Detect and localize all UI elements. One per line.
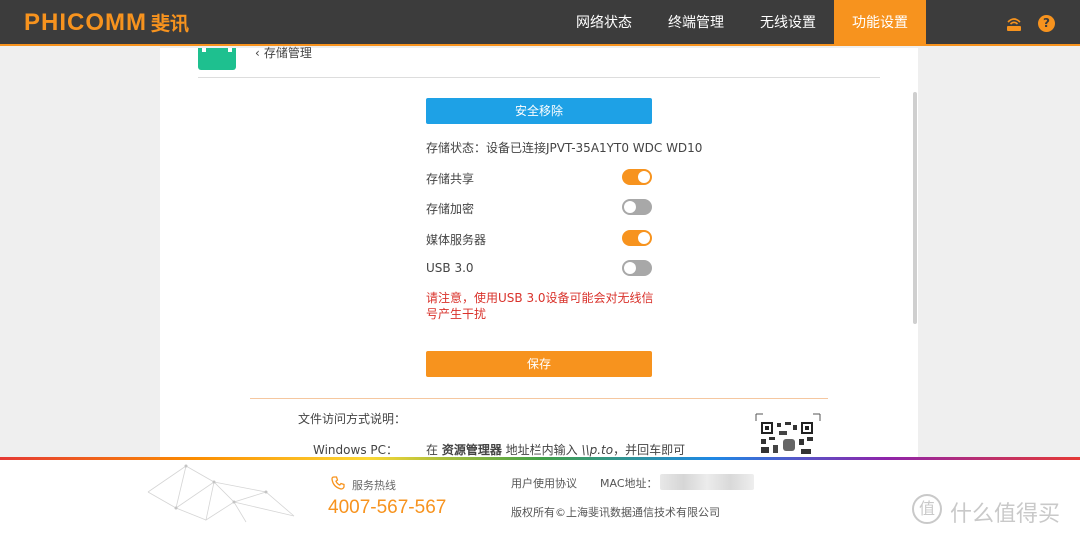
- nav-device-management[interactable]: 终端管理: [650, 0, 742, 46]
- toggle-knob: [624, 262, 636, 274]
- media-server-toggle[interactable]: [622, 230, 652, 246]
- hotline-number: 4007-567-567: [328, 497, 447, 518]
- usb3-toggle[interactable]: [622, 260, 652, 276]
- divider: [198, 77, 880, 78]
- usb3-warning: 请注意，使用USB 3.0设备可能会对无线信号产生干扰: [426, 291, 654, 321]
- mac-address-value: [660, 474, 754, 490]
- section-divider: [250, 398, 828, 399]
- phicomm-logo[interactable]: PHICOMM 斐讯: [24, 9, 189, 37]
- windows-pc-label: Windows PC：: [313, 443, 398, 457]
- main-nav: 网络状态 终端管理 无线设置 功能设置: [558, 0, 926, 46]
- media-server-label: 媒体服务器: [426, 233, 487, 247]
- phone-icon: [331, 476, 345, 490]
- storage-sharing-toggle[interactable]: [622, 169, 652, 185]
- storage-status: 存储状态：设备已连接JPVT-35A1YT0 WDC WD10: [426, 141, 703, 155]
- nav-wireless-settings[interactable]: 无线设置: [742, 0, 834, 46]
- storage-sharing-label: 存储共享: [426, 172, 475, 186]
- watermark-text: 什么值得买: [950, 502, 1061, 527]
- toggle-knob: [624, 201, 636, 213]
- toggle-knob: [638, 232, 650, 244]
- file-access-title: 文件访问方式说明：: [298, 412, 407, 426]
- network-graphic: [147, 464, 295, 523]
- storage-tile-icon: [198, 48, 236, 70]
- back-label: 存储管理: [263, 46, 312, 60]
- chevron-left-icon: ‹: [255, 46, 260, 60]
- watermark-badge: 值: [912, 494, 942, 524]
- storage-encryption-label: 存储加密: [426, 202, 475, 216]
- nav-feature-settings[interactable]: 功能设置: [834, 0, 926, 46]
- qr-code-icon: [755, 413, 821, 458]
- windows-instructions: 在 资源管理器 地址栏内输入 \\p.to，并回车即可: [426, 443, 686, 457]
- safe-remove-button[interactable]: 安全移除: [426, 98, 652, 124]
- copyright-text: 版权所有©上海斐讯数据通信技术有限公司: [511, 506, 720, 519]
- usb3-label: USB 3.0: [426, 261, 474, 275]
- scrollbar[interactable]: [913, 92, 917, 324]
- router-icon[interactable]: [1005, 15, 1023, 33]
- top-navbar: PHICOMM 斐讯 网络状态 终端管理 无线设置 功能设置 ?: [0, 0, 1080, 46]
- hotline-label: 服务热线: [352, 479, 396, 492]
- save-button[interactable]: 保存: [426, 351, 652, 377]
- help-icon[interactable]: ?: [1038, 15, 1055, 32]
- nav-network-status[interactable]: 网络状态: [558, 0, 650, 46]
- toggle-knob: [638, 171, 650, 183]
- user-agreement-link[interactable]: 用户使用协议: [511, 475, 577, 491]
- mac-address-label: MAC地址：: [600, 477, 658, 490]
- back-link[interactable]: ‹ 存储管理: [255, 44, 312, 61]
- storage-encryption-toggle[interactable]: [622, 199, 652, 215]
